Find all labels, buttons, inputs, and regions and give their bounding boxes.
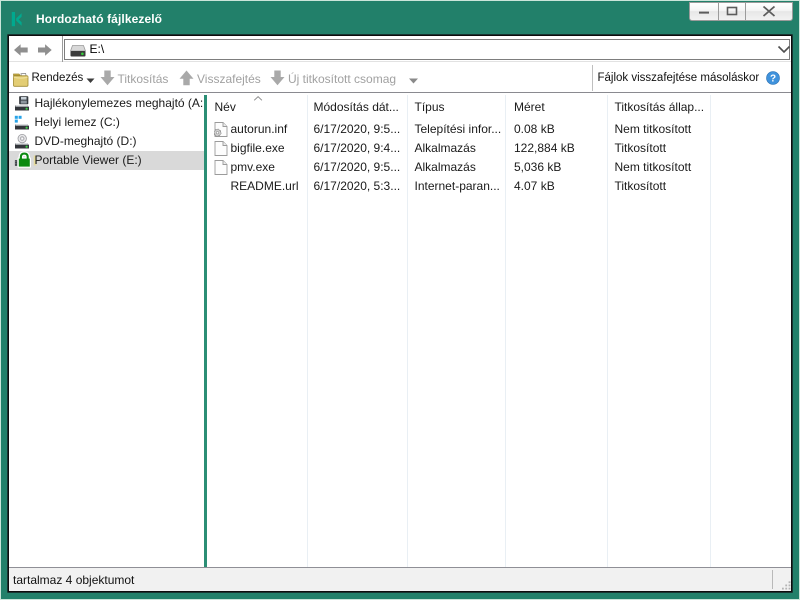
svg-text:?: ?: [769, 74, 775, 85]
